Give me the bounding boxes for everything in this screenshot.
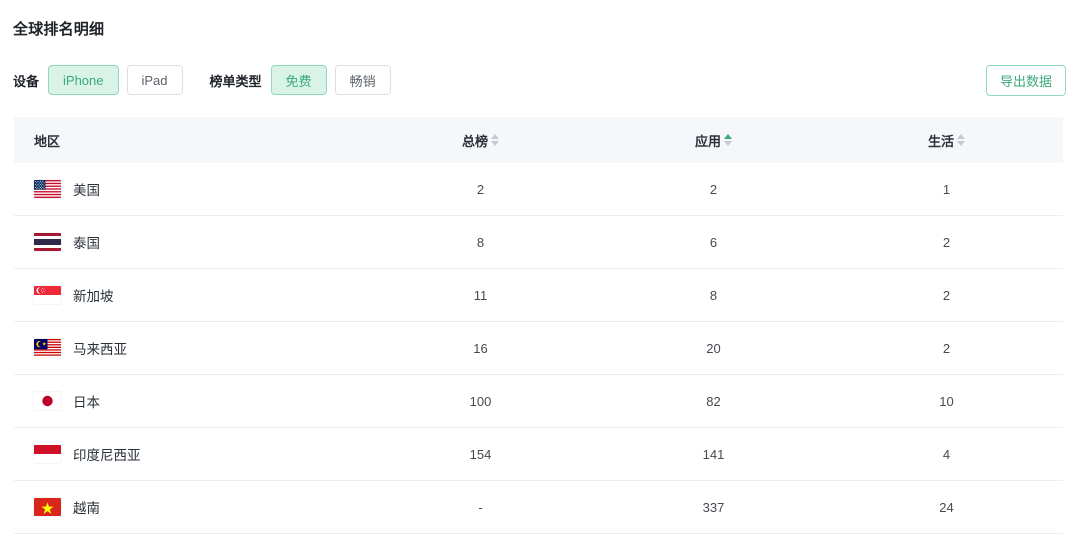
region-name: 印度尼西亚: [73, 448, 141, 463]
device-filter-label: 设备: [13, 73, 40, 89]
cell-apps: 141: [702, 446, 725, 462]
cell-apps: 8: [709, 287, 718, 303]
caret-up-icon: [724, 134, 732, 139]
flag-th-icon: [34, 233, 61, 251]
column-header-overall-label: 总榜: [461, 133, 488, 149]
column-header-apps-label: 应用: [694, 133, 721, 149]
column-header-region-inner: 地区: [34, 131, 60, 150]
cell-overall: 100: [469, 393, 492, 409]
table-row[interactable]: 日本 100 82 10: [14, 375, 1063, 428]
caret-down-icon: [957, 141, 965, 146]
column-header-region: 地区: [14, 131, 364, 150]
column-header-apps-inner[interactable]: 应用: [695, 131, 732, 150]
cell-apps: 6: [709, 234, 718, 250]
caret-up-icon: [491, 134, 499, 139]
cell-lifestyle: 24: [939, 499, 954, 515]
region-name: 越南: [73, 501, 100, 516]
table-row[interactable]: 美国 2 2 1: [14, 163, 1063, 216]
cell-overall: 11: [473, 287, 488, 303]
cell-lifestyle: 10: [939, 393, 954, 409]
column-header-lifestyle[interactable]: 生活: [830, 131, 1063, 150]
cell-apps: 337: [702, 499, 725, 515]
cell-overall: 2: [476, 181, 485, 197]
cell-lifestyle: 2: [942, 340, 951, 356]
cell-lifestyle: 1: [942, 181, 951, 197]
cell-region: 马来西亚: [14, 338, 364, 358]
caret-down-icon: [724, 141, 732, 146]
column-header-lifestyle-inner[interactable]: 生活: [928, 131, 965, 150]
cell-apps: 20: [706, 340, 721, 356]
region-name: 泰国: [73, 236, 100, 251]
cell-apps: 82: [706, 393, 721, 409]
cell-overall: 8: [476, 234, 485, 250]
cell-lifestyle: 2: [942, 287, 951, 303]
device-option-ipad[interactable]: iPad: [126, 65, 183, 95]
sort-icon-lifestyle[interactable]: [957, 133, 965, 147]
column-header-lifestyle-label: 生活: [927, 133, 954, 149]
flag-us-icon: [34, 180, 61, 198]
table-row[interactable]: 越南 - 337 24: [14, 481, 1063, 534]
device-option-iphone[interactable]: iPhone: [48, 65, 119, 95]
cell-region: 印度尼西亚: [14, 444, 364, 464]
column-header-overall-inner[interactable]: 总榜: [462, 131, 499, 150]
cell-lifestyle: 2: [942, 234, 951, 250]
column-header-apps[interactable]: 应用: [597, 131, 830, 150]
region-name: 美国: [73, 183, 100, 198]
cell-overall: 16: [473, 340, 488, 356]
ranking-table: 地区 总榜 应用 生活 美国 2 2 1 泰国 8 6 2 新加坡 11 8 2…: [14, 117, 1063, 534]
table-row[interactable]: 马来西亚 16 20 2: [14, 322, 1063, 375]
cell-region: 越南: [14, 497, 364, 517]
chart-type-filter-label: 榜单类型: [209, 73, 262, 89]
caret-up-icon: [957, 134, 965, 139]
caret-down-icon: [491, 141, 499, 146]
cell-region: 新加坡: [14, 285, 364, 305]
region-name: 马来西亚: [73, 342, 127, 357]
chart-type-option-grossing[interactable]: 畅销: [334, 65, 391, 95]
flag-my-icon: [34, 339, 61, 357]
page-title: 全球排名明细: [13, 21, 105, 38]
cell-region: 泰国: [14, 232, 364, 252]
column-header-region-label: 地区: [34, 133, 61, 149]
export-data-button[interactable]: 导出数据: [985, 65, 1066, 96]
cell-overall: 154: [469, 446, 492, 462]
flag-jp-icon: [34, 392, 61, 410]
table-header-row: 地区 总榜 应用 生活: [14, 117, 1063, 163]
global-ranking-panel: 全球排名明细 设备 iPhone iPad 榜单类型 免费 畅销 导出数据 地区…: [0, 0, 1080, 534]
filter-bar: 设备 iPhone iPad 榜单类型 免费 畅销: [13, 65, 399, 95]
flag-sg-icon: [34, 286, 61, 304]
table-row[interactable]: 泰国 8 6 2: [14, 216, 1063, 269]
flag-vn-icon: [34, 498, 61, 516]
table-row[interactable]: 新加坡 11 8 2: [14, 269, 1063, 322]
cell-region: 美国: [14, 179, 364, 199]
cell-overall: -: [478, 499, 483, 515]
cell-apps: 2: [709, 181, 718, 197]
region-name: 日本: [73, 395, 100, 410]
table-row[interactable]: 印度尼西亚 154 141 4: [14, 428, 1063, 481]
cell-lifestyle: 4: [942, 446, 951, 462]
flag-id-icon: [34, 445, 61, 463]
sort-icon-overall[interactable]: [491, 133, 499, 147]
cell-region: 日本: [14, 391, 364, 411]
region-name: 新加坡: [73, 289, 114, 304]
column-header-overall[interactable]: 总榜: [364, 131, 597, 150]
sort-icon-apps[interactable]: [724, 133, 732, 147]
chart-type-option-free[interactable]: 免费: [270, 65, 327, 95]
